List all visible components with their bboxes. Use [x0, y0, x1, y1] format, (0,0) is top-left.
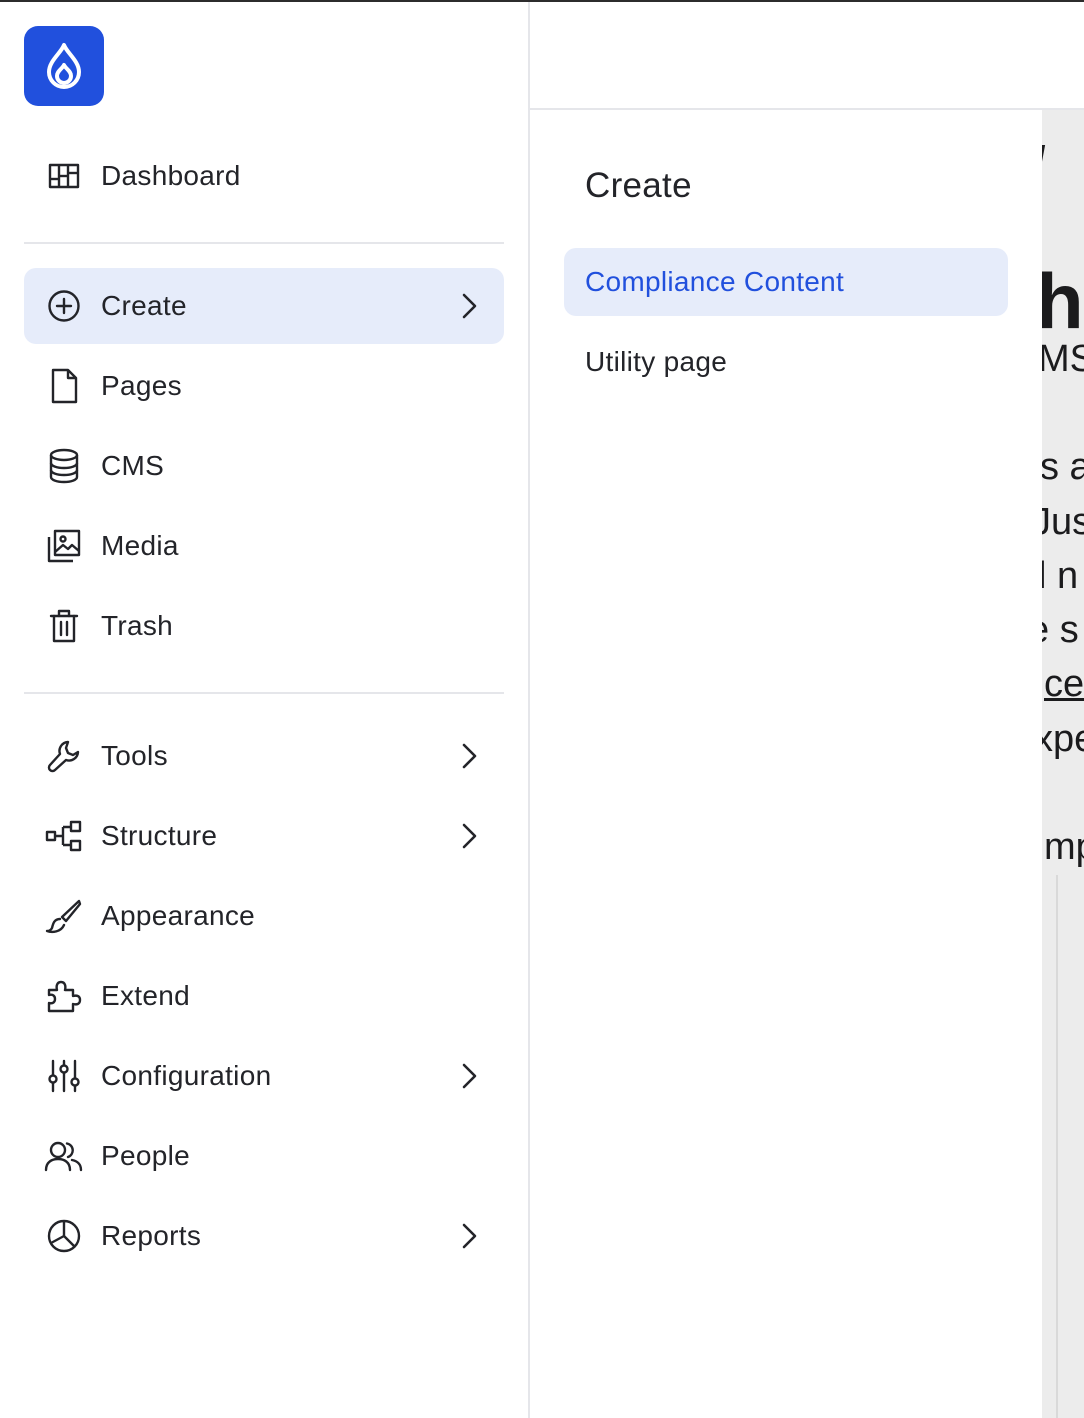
wrench-icon [44, 736, 84, 776]
sidebar-item-label: Appearance [101, 900, 256, 931]
structure-icon [44, 816, 84, 856]
pie-chart-icon [44, 1216, 84, 1256]
chevron-right-icon [452, 739, 486, 773]
sidebar-item-cms[interactable]: CMS [24, 428, 504, 504]
flyout-item-label: Utility page [585, 346, 728, 377]
media-icon [44, 526, 84, 566]
chevron-right-icon [452, 819, 486, 853]
sidebar-item-label: CMS [101, 450, 165, 481]
create-flyout-menu: Create Compliance Content Utility page [530, 110, 1042, 1418]
drupal-logo[interactable] [24, 26, 104, 106]
sidebar-divider [24, 242, 504, 244]
file-icon [44, 366, 84, 406]
flyout-item-compliance-content[interactable]: Compliance Content [564, 248, 1008, 316]
sidebar-item-dashboard[interactable]: Dashboard [24, 138, 504, 214]
sidebar-item-pages[interactable]: Pages [24, 348, 504, 424]
flyout-item-label: Compliance Content [585, 266, 845, 297]
bg-text-fragment: mp [1044, 826, 1084, 868]
sidebar-item-label: Dashboard [101, 160, 241, 191]
bg-text-fragment: / [1042, 140, 1045, 179]
sidebar-item-media[interactable]: Media [24, 508, 504, 584]
flyout-header-bar [530, 2, 1084, 110]
bg-heading-fragment: he [1042, 257, 1084, 345]
flyout-item-utility-page[interactable]: Utility page [564, 328, 1008, 396]
sidebar-item-trash[interactable]: Trash [24, 588, 504, 664]
admin-sidebar: Dashboard Create Pages CMS Media Trash T… [0, 2, 530, 1418]
database-icon [44, 446, 84, 486]
trash-icon [44, 606, 84, 646]
flyout-title: Create [585, 166, 692, 205]
plus-circle-icon [44, 286, 84, 326]
sidebar-item-label: Pages [101, 370, 182, 401]
sidebar-item-label: Tools [101, 740, 168, 771]
sidebar-item-label: Structure [101, 820, 218, 851]
sidebar-divider [24, 692, 504, 694]
dashboard-icon [44, 156, 84, 196]
sidebar-item-label: Trash [101, 610, 174, 641]
bg-text-fragment: e s [1042, 609, 1079, 651]
sidebar-item-label: People [101, 1140, 190, 1171]
sidebar-item-label: Configuration [101, 1060, 272, 1091]
bg-divider-line [1056, 875, 1058, 1418]
sidebar-item-structure[interactable]: Structure [24, 798, 504, 874]
sidebar-item-appearance[interactable]: Appearance [24, 878, 504, 954]
puzzle-icon [44, 976, 84, 1016]
sidebar-item-label: Extend [101, 980, 190, 1011]
chevron-right-icon [452, 1219, 486, 1253]
sidebar-item-extend[interactable]: Extend [24, 958, 504, 1034]
sidebar-item-configuration[interactable]: Configuration [24, 1038, 504, 1114]
sidebar-item-reports[interactable]: Reports [24, 1198, 504, 1274]
brush-icon [44, 896, 84, 936]
bg-text-fragment: xpe [1042, 718, 1084, 760]
drupal-drop-icon [47, 43, 81, 89]
sidebar-item-label: Media [101, 530, 179, 561]
bg-text-fragment: Jus [1042, 501, 1084, 543]
bg-link-fragment[interactable]: ce [1044, 663, 1084, 706]
sidebar-item-label: Create [101, 290, 187, 321]
sliders-icon [44, 1056, 84, 1096]
background-page-content: / he MS s a Jus l n e s ce xpe mp [1042, 110, 1084, 1418]
chevron-right-icon [452, 1059, 486, 1093]
sidebar-item-tools[interactable]: Tools [24, 718, 504, 794]
chevron-right-icon [452, 289, 486, 323]
sidebar-item-create[interactable]: Create [24, 268, 504, 344]
sidebar-item-people[interactable]: People [24, 1118, 504, 1194]
bg-text-fragment: s a [1042, 446, 1084, 488]
bg-text-fragment: MS [1042, 338, 1084, 380]
people-icon [44, 1136, 84, 1176]
bg-text-fragment: l n [1042, 555, 1079, 597]
sidebar-item-label: Reports [101, 1220, 202, 1251]
